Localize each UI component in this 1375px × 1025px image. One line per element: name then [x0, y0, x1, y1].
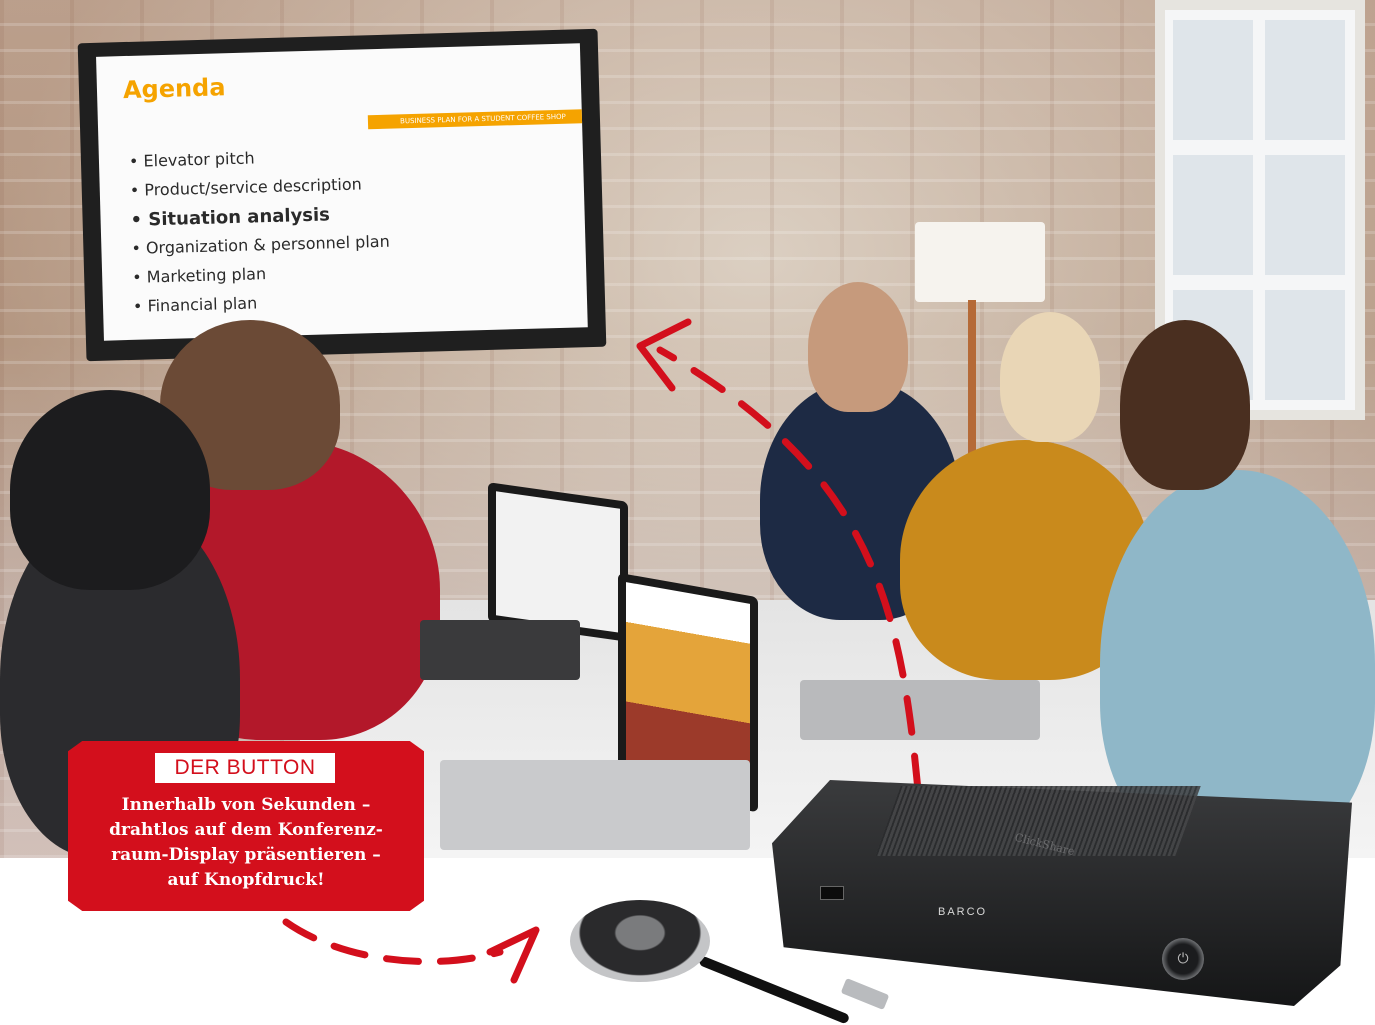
- brand-logo: BARCO: [938, 906, 988, 918]
- usb-plug: [840, 977, 890, 1011]
- presentation-slide: Agenda BUSINESS PLAN FOR A STUDENT COFFE…: [96, 43, 588, 341]
- person-left-head: [10, 390, 210, 590]
- callout-box: DER BUTTON Innerhalb von Sekunden – drah…: [68, 741, 424, 911]
- laptop-center-keyboard: [420, 620, 580, 680]
- slide-title: Agenda: [122, 73, 226, 105]
- laptop-right: [800, 680, 1040, 740]
- wall-display: Agenda BUSINESS PLAN FOR A STUDENT COFFE…: [77, 28, 607, 362]
- floor-lamp-shade: [915, 222, 1045, 302]
- usb-port: [820, 886, 844, 900]
- person-presenter-head: [808, 282, 908, 412]
- callout-line: Innerhalb von Sekunden –: [121, 795, 371, 815]
- slide-banner: BUSINESS PLAN FOR A STUDENT COFFEE SHOP: [367, 108, 588, 130]
- slide-bullet-list: • Elevator pitch • Product/service descr…: [129, 145, 392, 326]
- slide-banner-text: BUSINESS PLAN FOR A STUDENT COFFEE SHOP: [399, 112, 566, 126]
- laptop-center: [488, 482, 628, 642]
- power-button-icon: ⏻: [1162, 938, 1204, 980]
- callout-text: Innerhalb von Sekunden – drahtlos auf de…: [78, 793, 414, 893]
- person-blonde-head: [1000, 312, 1100, 442]
- callout-line: raum-Display präsentieren –: [111, 845, 381, 865]
- person-glasses-head: [1120, 320, 1250, 490]
- usb-cable: [698, 955, 851, 1025]
- clickshare-button: [570, 900, 710, 982]
- callout-line: auf Knopfdruck!: [167, 870, 325, 890]
- meeting-room-photo: Agenda BUSINESS PLAN FOR A STUDENT COFFE…: [0, 0, 1375, 858]
- callout-line: drahtlos auf dem Konferenz-: [109, 820, 383, 840]
- callout-tag: DER BUTTON: [155, 753, 335, 783]
- laptop-front-keyboard: [440, 760, 750, 850]
